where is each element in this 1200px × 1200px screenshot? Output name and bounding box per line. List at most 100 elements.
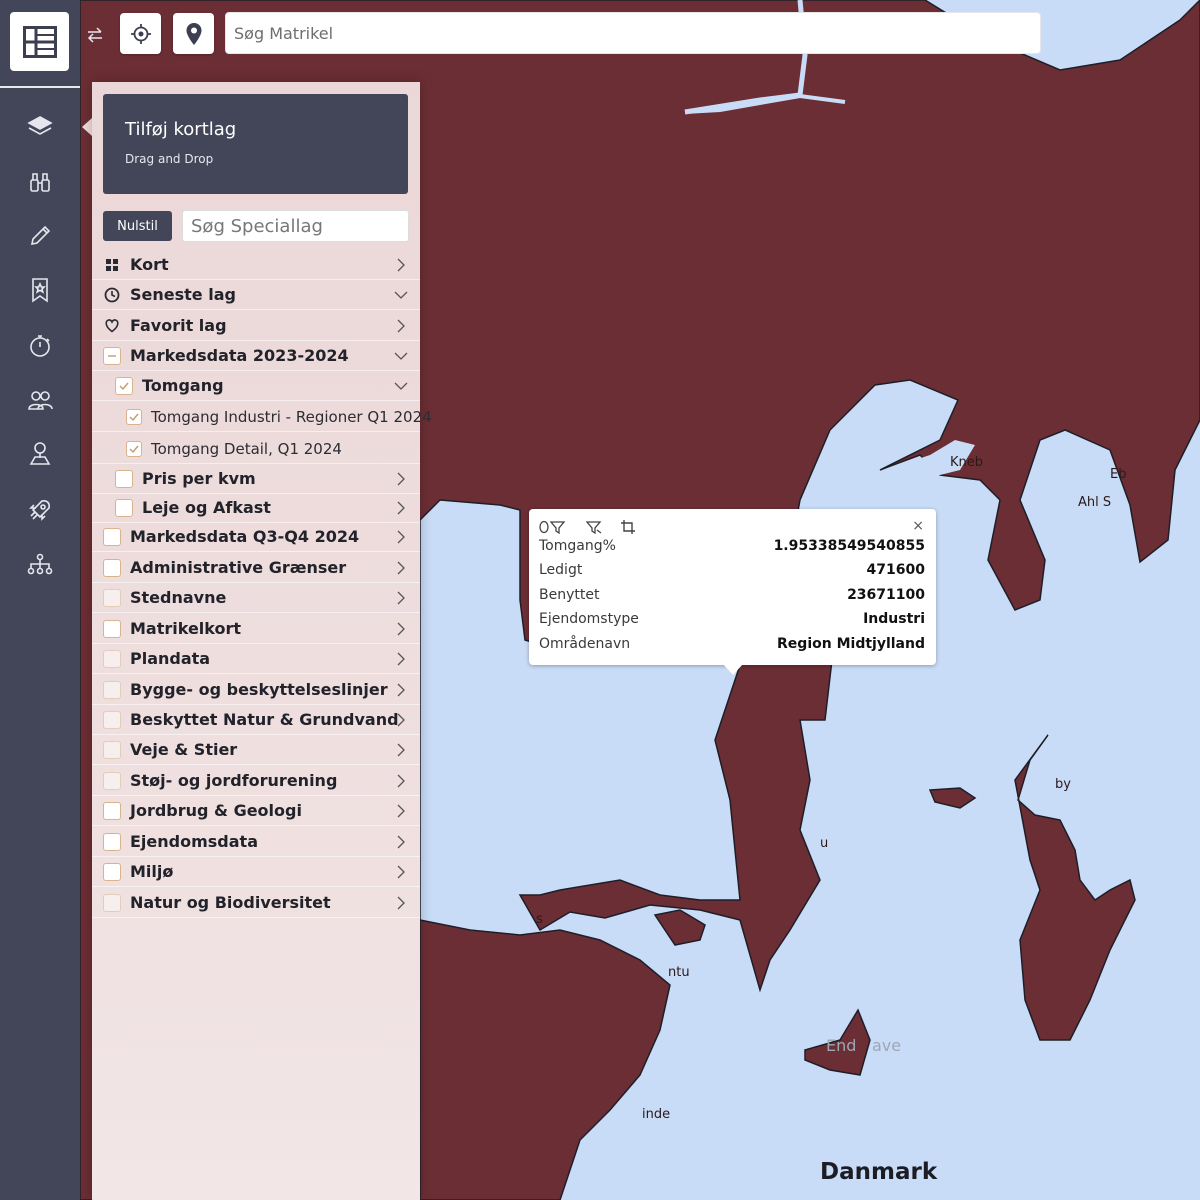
layer-row-støj-og-jordforurening[interactable]: Støj- og jordforurening — [92, 766, 420, 796]
checkbox[interactable] — [103, 558, 121, 577]
locate-me-button[interactable] — [120, 13, 161, 54]
chevron-down-icon[interactable] — [394, 287, 408, 301]
chevron-right-icon[interactable] — [394, 471, 408, 486]
checkbox[interactable] — [115, 469, 133, 488]
chevron-right-icon[interactable] — [394, 803, 408, 818]
layer-row-label: Beskyttet Natur & Grundvand — [130, 710, 399, 729]
layer-row-administrative-grænser[interactable]: Administrative Grænser — [92, 553, 420, 583]
map-label-u: u — [820, 836, 829, 851]
layer-row-label: Pris per kvm — [142, 469, 256, 488]
checkbox-checked[interactable] — [126, 408, 142, 425]
user-location-button[interactable] — [20, 434, 60, 474]
search-matrikel-input[interactable]: Søg Matrikel — [225, 12, 1041, 54]
reset-button[interactable]: Nulstil — [103, 211, 172, 241]
chevron-down-icon[interactable] — [394, 378, 408, 392]
place-marker-button[interactable] — [173, 13, 214, 54]
chevron-right-icon[interactable] — [394, 682, 408, 697]
layers-button[interactable] — [20, 106, 60, 146]
chevron-right-icon[interactable] — [394, 712, 408, 727]
layer-row-label: Stednavne — [130, 588, 227, 607]
layer-panel: Tilføj kortlag Drag and Drop Nulstil Søg… — [92, 82, 432, 1200]
chevron-right-icon[interactable] — [394, 529, 408, 544]
checkbox[interactable] — [103, 710, 121, 729]
layer-row-veje-stier[interactable]: Veje & Stier — [92, 735, 420, 765]
timer-button[interactable] — [20, 326, 60, 366]
checkbox-indeterminate[interactable] — [103, 346, 121, 365]
binoculars-button[interactable] — [20, 162, 60, 202]
chevron-right-icon[interactable] — [394, 742, 408, 757]
chevron-right-icon[interactable] — [394, 864, 408, 879]
layer-row-matrikelkort[interactable]: Matrikelkort — [92, 614, 420, 644]
checkbox[interactable] — [103, 771, 121, 790]
layer-row-kort[interactable]: Kort — [92, 250, 420, 280]
layer-row-miljø[interactable]: Miljø — [92, 857, 420, 887]
rocket-icon — [29, 500, 50, 521]
chevron-right-icon[interactable] — [394, 590, 408, 605]
chevron-right-icon[interactable] — [394, 773, 408, 788]
map-label-s: s — [536, 912, 543, 927]
layer-row-label: Markedsdata Q3-Q4 2024 — [130, 527, 360, 546]
special-layer-search-input[interactable]: Søg Speciallag — [182, 210, 409, 242]
users-button[interactable] — [20, 380, 60, 420]
chevron-right-icon[interactable] — [394, 318, 408, 333]
checkbox[interactable] — [103, 588, 121, 607]
checkbox[interactable] — [103, 862, 121, 881]
sidebar-rail — [0, 0, 80, 1200]
layer-row-ejendomsdata[interactable]: Ejendomsdata — [92, 827, 420, 857]
layer-row-pris-per-kvm[interactable]: Pris per kvm — [92, 464, 420, 494]
checkbox[interactable] — [103, 649, 121, 668]
chevron-right-icon[interactable] — [394, 834, 408, 849]
chevron-down-icon[interactable] — [394, 348, 408, 362]
layer-row-bygge-og-beskyttelseslinjer[interactable]: Bygge- og beskyttelseslinjer — [92, 675, 420, 705]
sitemap-button[interactable] — [20, 544, 60, 584]
bookmark-button[interactable] — [20, 270, 60, 310]
layer-row-markedsdata-2023-2024[interactable]: Markedsdata 2023-2024 — [92, 341, 420, 371]
map-label-ebe: Eb — [1110, 467, 1127, 482]
checkbox[interactable] — [103, 740, 121, 759]
layer-row-favorit-lag[interactable]: Favorit lag — [92, 311, 420, 341]
chevron-right-icon[interactable] — [394, 895, 408, 910]
checkbox[interactable] — [103, 893, 121, 912]
map-label-ntu: ntu — [668, 965, 690, 980]
layer-row-tomgang[interactable]: Tomgang — [92, 371, 420, 401]
layer-row-plandata[interactable]: Plandata — [92, 644, 420, 674]
layer-row-label: Bygge- og beskyttelseslinjer — [130, 680, 388, 699]
layer-row-jordbrug-geologi[interactable]: Jordbrug & Geologi — [92, 796, 420, 826]
layer-row-leje-og-afkast[interactable]: Leje og Afkast — [92, 493, 420, 523]
chevron-right-icon[interactable] — [394, 621, 408, 636]
close-icon[interactable]: × — [912, 518, 924, 534]
checkbox[interactable] — [103, 832, 121, 851]
chevron-right-icon[interactable] — [394, 500, 408, 515]
checkbox[interactable] — [103, 527, 121, 546]
map-label-endelave-b: ave — [872, 1036, 902, 1055]
chevron-right-icon[interactable] — [394, 560, 408, 575]
map-label-country: Danmark — [820, 1159, 938, 1185]
layer-row-beskyttet-natur-grundvand[interactable]: Beskyttet Natur & Grundvand — [92, 705, 420, 735]
map-label-kneb: Kneb — [950, 455, 984, 470]
pencil-icon — [30, 225, 51, 246]
clock-icon — [103, 286, 121, 304]
checkbox[interactable] — [103, 801, 121, 820]
swap-panel-button[interactable] — [82, 20, 108, 50]
rocket-button[interactable] — [20, 490, 60, 530]
layer-row-stednavne[interactable]: Stednavne — [92, 583, 420, 613]
layer-row-tomgang-detail-q1-2024[interactable]: Tomgang Detail, Q1 2024 — [92, 434, 420, 464]
panel-pointer — [82, 118, 92, 136]
menu-logo-button[interactable] — [10, 12, 69, 71]
layers-icon — [27, 116, 53, 135]
attribute-value: 23671100 — [847, 587, 925, 603]
chevron-right-icon[interactable] — [394, 651, 408, 666]
checkbox[interactable] — [103, 619, 121, 638]
layer-row-seneste-lag[interactable]: Seneste lag — [92, 280, 420, 310]
checkbox-checked[interactable] — [115, 376, 133, 395]
draw-button[interactable] — [20, 216, 60, 256]
checkbox[interactable] — [103, 680, 121, 699]
add-layer-dropzone[interactable]: Tilføj kortlag Drag and Drop — [103, 94, 408, 194]
layer-row-natur-og-biodiversitet[interactable]: Natur og Biodiversitet — [92, 888, 420, 918]
chevron-right-icon[interactable] — [394, 257, 408, 272]
layer-row-tomgang-industri-regioner-q1-2024[interactable]: Tomgang Industri - Regioner Q1 2024 — [92, 402, 432, 432]
checkbox-checked[interactable] — [126, 440, 142, 457]
checkbox[interactable] — [115, 498, 133, 517]
filter-clear-icon — [585, 521, 602, 535]
layer-row-markedsdata-q3-q4-2024[interactable]: Markedsdata Q3-Q4 2024 — [92, 522, 420, 552]
